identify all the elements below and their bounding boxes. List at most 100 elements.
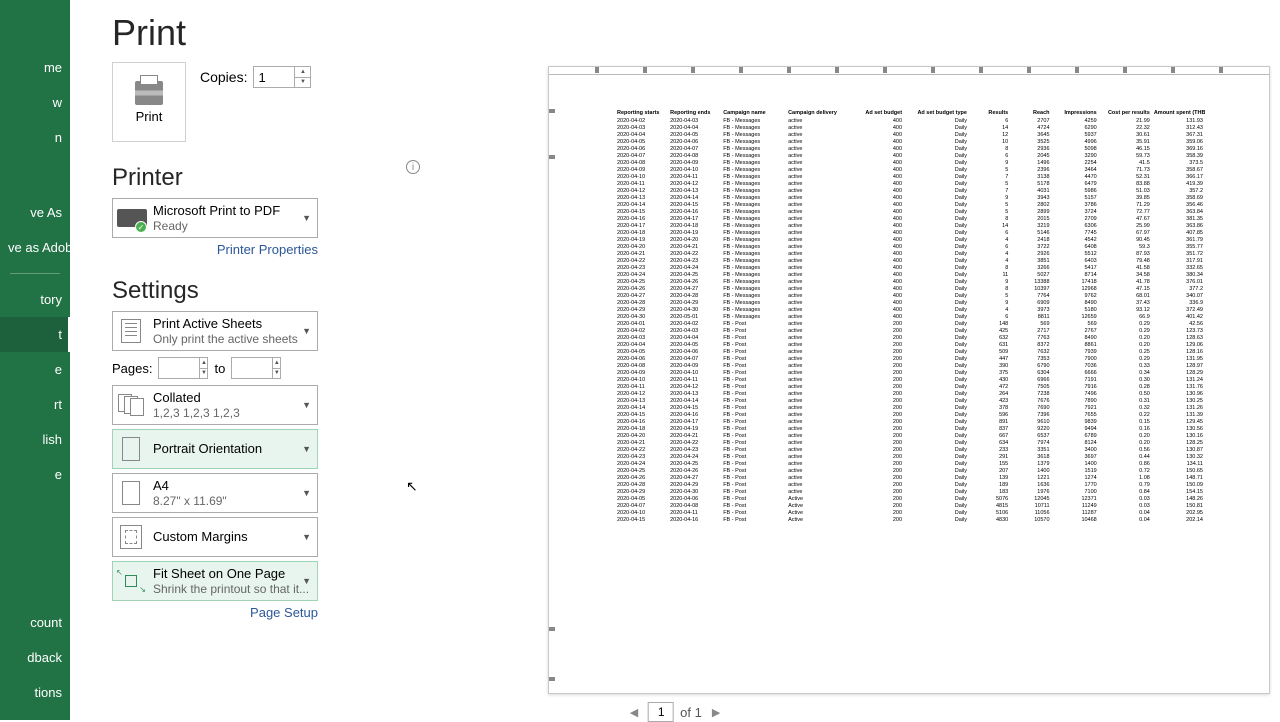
sidebar-item[interactable]: e <box>0 457 70 492</box>
table-row: 2020-04-152020-04-16FB - Messagesactive4… <box>615 208 1205 215</box>
print-scope-picker[interactable]: Print Active SheetsOnly print the active… <box>112 311 318 351</box>
table-row: 2020-04-132020-04-14FB - Messagesactive4… <box>615 194 1205 201</box>
table-row: 2020-04-212020-04-22FB - Messagesactive4… <box>615 250 1205 257</box>
table-row: 2020-04-182020-04-19FB - Postactive200Da… <box>615 425 1205 432</box>
sidebar-item[interactable]: tory <box>0 282 70 317</box>
table-row: 2020-04-262020-04-27FB - Postactive200Da… <box>615 474 1205 481</box>
table-row: 2020-04-152020-04-16FB - Postactive200Da… <box>615 411 1205 418</box>
table-row: 2020-04-082020-04-09FB - Postactive200Da… <box>615 362 1205 369</box>
printer-icon <box>135 81 163 105</box>
sidebar-item[interactable]: rt <box>0 387 70 422</box>
next-page-icon[interactable]: ▶ <box>708 704 724 721</box>
sidebar-item[interactable] <box>0 175 70 195</box>
copies-spinner[interactable]: ▲▼ <box>253 66 311 88</box>
chevron-down-icon: ▼ <box>302 488 311 498</box>
table-row: 2020-04-302020-05-01FB - Messagesactive4… <box>615 313 1205 320</box>
orientation-picker[interactable]: Portrait Orientation ▼ <box>112 429 318 469</box>
preview-sheet: Reporting startsReporting endsCampaign n… <box>615 109 1205 679</box>
printer-status-icon: ✓ <box>117 205 145 231</box>
table-row: 2020-04-102020-04-11FB - PostActive200Da… <box>615 509 1205 516</box>
chevron-down-icon: ▼ <box>302 326 311 336</box>
table-row: 2020-04-042020-04-05FB - Messagesactive4… <box>615 131 1205 138</box>
table-row: 2020-04-282020-04-29FB - Messagesactive4… <box>615 299 1205 306</box>
table-row: 2020-04-292020-04-30FB - Messagesactive4… <box>615 306 1205 313</box>
table-row: 2020-04-132020-04-14FB - Postactive200Da… <box>615 397 1205 404</box>
pages-from-spinner[interactable]: ▲▼ <box>158 357 208 379</box>
table-row: 2020-04-252020-04-26FB - Messagesactive4… <box>615 278 1205 285</box>
fit-page-icon: ↖↘ <box>118 570 144 592</box>
chevron-down-icon: ▼ <box>302 400 311 410</box>
printer-properties-link[interactable]: Printer Properties <box>112 242 318 257</box>
page-setup-link[interactable]: Page Setup <box>112 605 318 620</box>
collate-picker[interactable]: Collated1,2,3 1,2,3 1,2,3 ▼ <box>112 385 318 425</box>
print-button[interactable]: Print <box>112 62 186 142</box>
page-title: Print <box>70 0 1280 62</box>
pages-to-spinner[interactable]: ▲▼ <box>231 357 281 379</box>
sidebar-item[interactable]: ve as Adobe F <box>0 230 70 265</box>
sidebar-item[interactable]: w <box>0 85 70 120</box>
chevron-down-icon: ▼ <box>302 213 311 223</box>
sidebar-item[interactable]: lish <box>0 422 70 457</box>
table-row: 2020-04-072020-04-08FB - Messagesactive4… <box>615 152 1205 159</box>
table-row: 2020-04-142020-04-15FB - Postactive200Da… <box>615 404 1205 411</box>
table-row: 2020-04-032020-04-04FB - Messagesactive4… <box>615 124 1205 131</box>
table-row: 2020-04-122020-04-13FB - Postactive200Da… <box>615 390 1205 397</box>
sidebar-item[interactable]: t <box>0 317 70 352</box>
printer-info-icon[interactable]: i <box>406 160 420 174</box>
pages-from-input[interactable] <box>159 358 199 378</box>
sidebar-item[interactable]: count <box>0 605 70 640</box>
sidebar-item[interactable]: dback <box>0 640 70 675</box>
sidebar-item[interactable]: e <box>0 352 70 387</box>
table-row: 2020-04-162020-04-17FB - Postactive200Da… <box>615 418 1205 425</box>
copies-label: Copies: <box>200 69 247 85</box>
chevron-down-icon: ▼ <box>302 444 311 454</box>
sidebar-item[interactable]: ve As <box>0 195 70 230</box>
printer-picker[interactable]: ✓ Microsoft Print to PDFReady ▼ <box>112 198 318 238</box>
scaling-picker[interactable]: ↖↘ Fit Sheet on One PageShrink the print… <box>112 561 318 601</box>
table-row: 2020-04-072020-04-08FB - PostActive200Da… <box>615 502 1205 509</box>
copies-input[interactable] <box>254 67 294 87</box>
table-row: 2020-04-012020-04-02FB - Postactive200Da… <box>615 320 1205 327</box>
sidebar-item[interactable] <box>0 155 70 175</box>
sidebar-item[interactable]: tions <box>0 675 70 710</box>
table-row: 2020-04-202020-04-21FB - Postactive200Da… <box>615 432 1205 439</box>
pages-to-input[interactable] <box>232 358 272 378</box>
table-row: 2020-04-022020-04-03FB - Postactive200Da… <box>615 327 1205 334</box>
table-row: 2020-04-192020-04-20FB - Messagesactive4… <box>615 236 1205 243</box>
portrait-icon <box>122 437 140 461</box>
paper-size-picker[interactable]: A48.27" x 11.69" ▼ <box>112 473 318 513</box>
pages-label: Pages: <box>112 361 152 376</box>
table-row: 2020-04-202020-04-21FB - Messagesactive4… <box>615 243 1205 250</box>
table-row: 2020-04-052020-04-06FB - Postactive200Da… <box>615 348 1205 355</box>
margins-picker[interactable]: Custom Margins ▼ <box>112 517 318 557</box>
table-row: 2020-04-182020-04-19FB - Messagesactive4… <box>615 229 1205 236</box>
table-row: 2020-04-252020-04-26FB - Postactive200Da… <box>615 467 1205 474</box>
table-row: 2020-04-232020-04-24FB - Messagesactive4… <box>615 264 1205 271</box>
spin-down-icon[interactable]: ▼ <box>294 78 310 88</box>
sheet-icon <box>121 319 141 343</box>
sidebar-item[interactable]: me <box>0 50 70 85</box>
print-view: Print Print Copies: ▲▼ Printer i ✓ Micro… <box>70 0 1280 720</box>
prev-page-icon[interactable]: ◀ <box>626 704 642 721</box>
table-row: 2020-04-032020-04-04FB - Postactive200Da… <box>615 334 1205 341</box>
table-row: 2020-04-262020-04-27FB - Messagesactive4… <box>615 285 1205 292</box>
table-row: 2020-04-042020-04-05FB - Postactive200Da… <box>615 341 1205 348</box>
table-row: 2020-04-052020-04-06FB - Messagesactive4… <box>615 138 1205 145</box>
ruler-horizontal <box>549 67 1269 75</box>
table-row: 2020-04-152020-04-16FB - PostActive200Da… <box>615 516 1205 523</box>
table-row: 2020-04-062020-04-07FB - Postactive200Da… <box>615 355 1205 362</box>
spin-up-icon[interactable]: ▲ <box>294 67 310 78</box>
page-number-input[interactable] <box>648 702 674 722</box>
settings-heading: Settings <box>112 277 412 305</box>
table-row: 2020-04-082020-04-09FB - Messagesactive4… <box>615 159 1205 166</box>
sidebar-item[interactable]: n <box>0 120 70 155</box>
table-row: 2020-04-222020-04-23FB - Postactive200Da… <box>615 446 1205 453</box>
table-row: 2020-04-292020-04-30FB - Postactive200Da… <box>615 488 1205 495</box>
margins-icon <box>120 525 142 549</box>
table-row: 2020-04-092020-04-10FB - Postactive200Da… <box>615 369 1205 376</box>
table-row: 2020-04-272020-04-28FB - Messagesactive4… <box>615 292 1205 299</box>
table-row: 2020-04-052020-04-06FB - PostActive200Da… <box>615 495 1205 502</box>
table-row: 2020-04-102020-04-11FB - Messagesactive4… <box>615 173 1205 180</box>
table-row: 2020-04-242020-04-25FB - Messagesactive4… <box>615 271 1205 278</box>
table-row: 2020-04-122020-04-13FB - Messagesactive4… <box>615 187 1205 194</box>
